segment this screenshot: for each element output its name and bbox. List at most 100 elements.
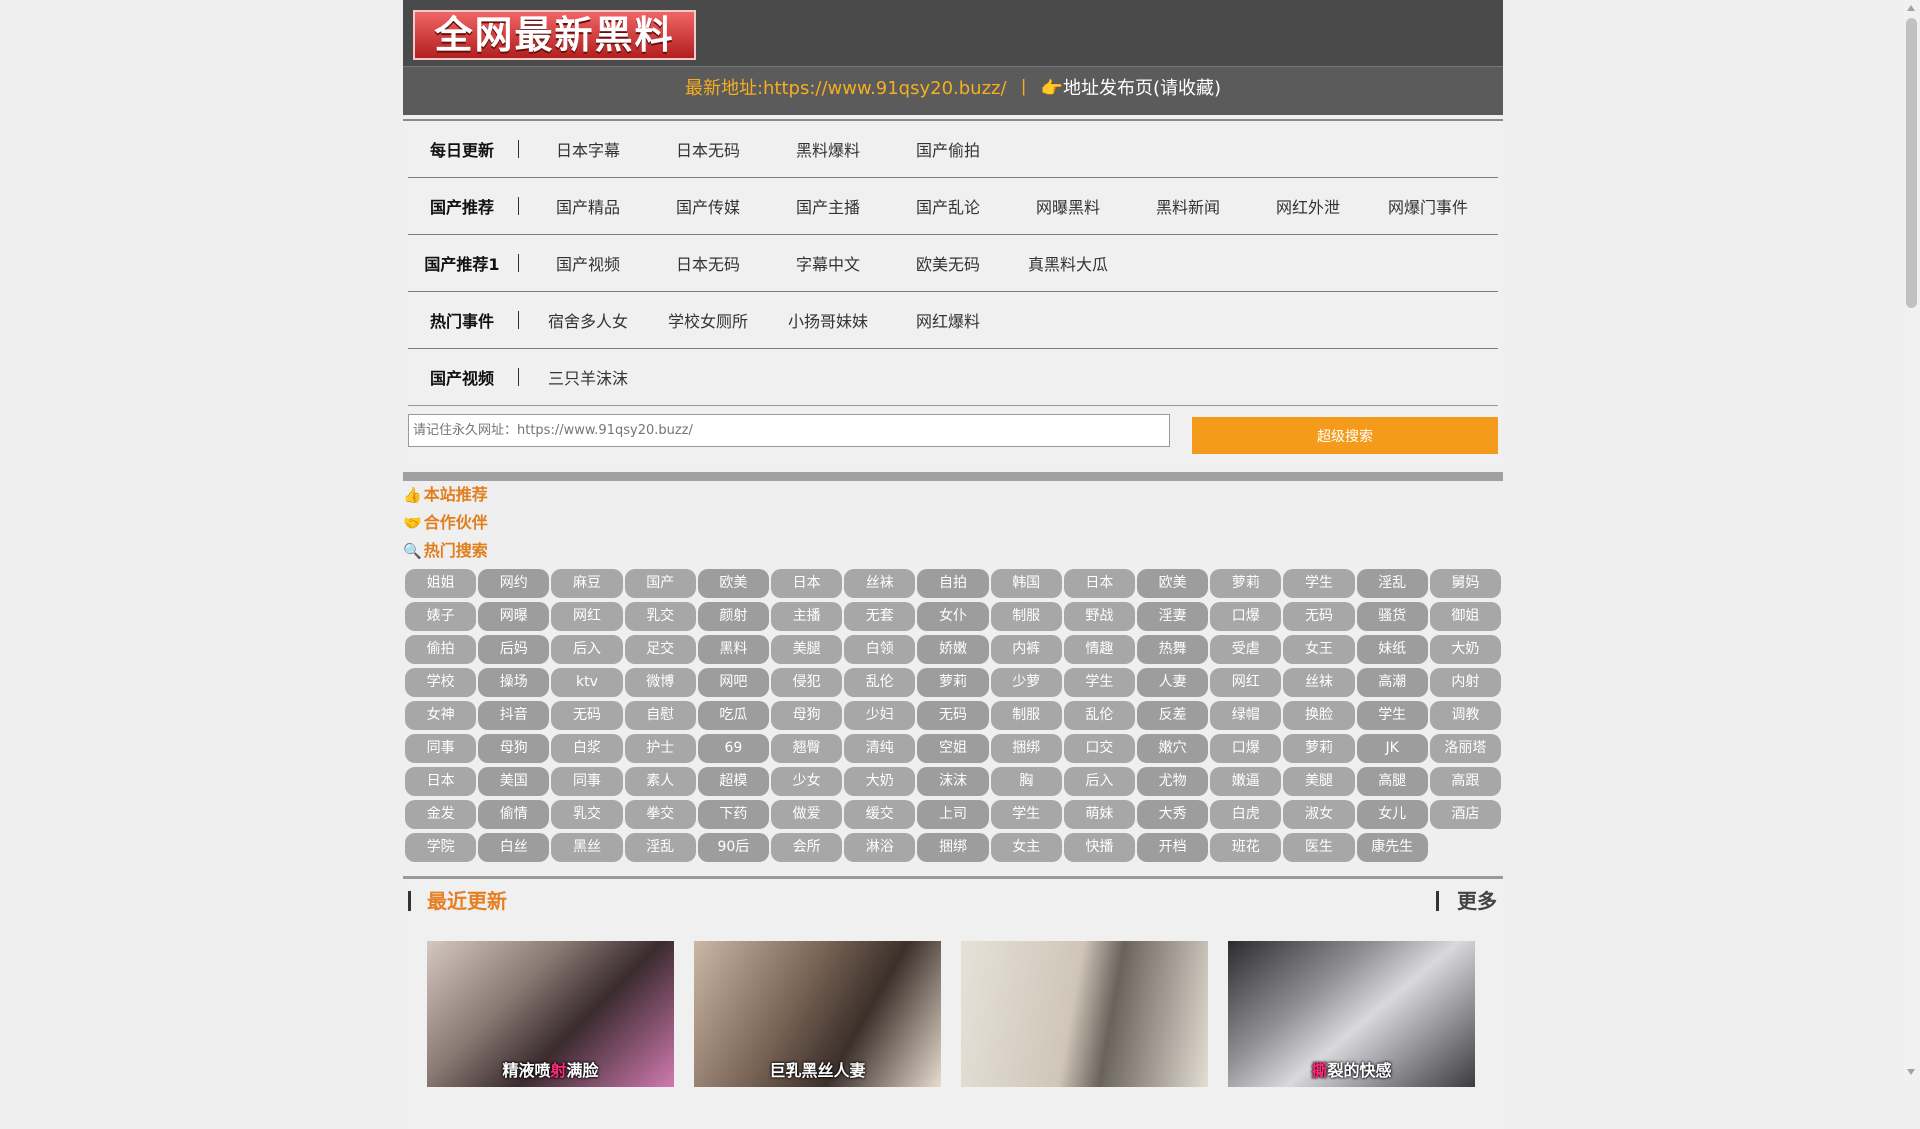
search-tag[interactable]: 姐姐 <box>405 569 477 598</box>
search-tag[interactable]: 网约 <box>478 569 550 598</box>
search-tag[interactable]: 上司 <box>917 800 989 829</box>
latest-address-link[interactable]: 最新地址:https://www.91qsy20.buzz/ <box>685 78 1007 99</box>
search-tag[interactable]: 医生 <box>1283 833 1355 862</box>
search-tag[interactable]: 素人 <box>624 767 696 796</box>
search-tag[interactable]: 足交 <box>624 635 696 664</box>
search-tag[interactable]: 口交 <box>1063 734 1135 763</box>
search-tag[interactable]: 萝莉 <box>1210 569 1282 598</box>
search-tag[interactable]: 御姐 <box>1429 602 1501 631</box>
search-tag[interactable]: 嫩逼 <box>1210 767 1282 796</box>
search-tag[interactable]: 调教 <box>1429 701 1501 730</box>
search-tag[interactable]: 无码 <box>917 701 989 730</box>
search-tag[interactable]: 酒店 <box>1429 800 1501 829</box>
nav-link[interactable]: 网红外泄 <box>1248 194 1368 218</box>
nav-link[interactable]: 国产主播 <box>768 194 888 218</box>
scroll-up-icon[interactable] <box>1907 5 1915 11</box>
search-tag[interactable]: 萝莉 <box>917 668 989 697</box>
page-scrollbar[interactable] <box>1903 0 1920 1080</box>
search-tag[interactable]: 黑丝 <box>551 833 623 862</box>
nav-link[interactable]: 三只羊沫沫 <box>528 365 648 389</box>
search-tag[interactable]: 护士 <box>624 734 696 763</box>
search-tag[interactable]: 空姐 <box>917 734 989 763</box>
search-tag[interactable]: 班花 <box>1210 833 1282 862</box>
nav-link[interactable]: 国产偷拍 <box>888 137 1008 161</box>
search-tag[interactable]: 乱伦 <box>844 668 916 697</box>
search-input[interactable] <box>408 414 1170 447</box>
search-tag[interactable]: 内射 <box>1429 668 1501 697</box>
search-tag[interactable]: 胸 <box>990 767 1062 796</box>
nav-link[interactable]: 日本无码 <box>648 137 768 161</box>
search-tag[interactable]: 淫乱 <box>624 833 696 862</box>
search-tag[interactable]: 淋浴 <box>844 833 916 862</box>
search-tag[interactable]: 舅妈 <box>1429 569 1501 598</box>
search-tag[interactable]: 骚货 <box>1356 602 1428 631</box>
search-tag[interactable]: 康先生 <box>1356 833 1428 862</box>
search-tag[interactable]: 乳交 <box>624 602 696 631</box>
search-tag[interactable]: 少萝 <box>990 668 1062 697</box>
search-tag[interactable]: 后妈 <box>478 635 550 664</box>
search-tag[interactable]: 乳交 <box>551 800 623 829</box>
nav-link[interactable]: 字幕中文 <box>768 251 888 275</box>
search-tag[interactable]: 大奶 <box>1429 635 1501 664</box>
search-tag[interactable]: 萌妹 <box>1063 800 1135 829</box>
more-link[interactable]: 更多 <box>1457 885 1497 917</box>
search-tag[interactable]: 尤物 <box>1136 767 1209 796</box>
nav-link[interactable]: 网爆门事件 <box>1368 194 1488 218</box>
search-tag[interactable]: 拳交 <box>624 800 696 829</box>
nav-link[interactable]: 欧美无码 <box>888 251 1008 275</box>
search-tag[interactable]: 颜射 <box>697 602 769 631</box>
super-search-button[interactable]: 超级搜索 <box>1192 417 1498 454</box>
search-tag[interactable]: 操场 <box>478 668 550 697</box>
search-tag[interactable]: 女主 <box>990 833 1062 862</box>
search-tag[interactable]: 自拍 <box>917 569 989 598</box>
search-tag[interactable]: 学生 <box>1356 701 1428 730</box>
search-tag[interactable]: 少妇 <box>844 701 916 730</box>
search-tag[interactable]: 娇嫩 <box>917 635 989 664</box>
search-tag[interactable]: 无码 <box>551 701 623 730</box>
search-tag[interactable]: 缓交 <box>844 800 916 829</box>
search-tag[interactable]: 金发 <box>405 800 477 829</box>
search-tag[interactable]: 白丝 <box>478 833 550 862</box>
search-tag[interactable]: 捆绑 <box>917 833 989 862</box>
search-tag[interactable]: 后入 <box>551 635 623 664</box>
search-tag[interactable]: 网吧 <box>697 668 769 697</box>
search-tag[interactable]: 后入 <box>1063 767 1135 796</box>
search-tag[interactable]: 高跟 <box>1429 767 1501 796</box>
search-tag[interactable]: 学校 <box>405 668 477 697</box>
search-tag[interactable]: 网红 <box>551 602 623 631</box>
search-tag[interactable]: 麻豆 <box>551 569 623 598</box>
search-tag[interactable]: 无套 <box>844 602 916 631</box>
search-tag[interactable]: 女仆 <box>917 602 989 631</box>
partners-heading[interactable]: 🤝 合作伙伴 <box>403 509 1503 537</box>
search-tag[interactable]: 欧美 <box>1136 569 1209 598</box>
search-tag[interactable]: 少女 <box>770 767 843 796</box>
nav-link[interactable]: 黑料爆料 <box>768 137 888 161</box>
search-tag[interactable]: 会所 <box>770 833 843 862</box>
search-tag[interactable]: 大奶 <box>844 767 916 796</box>
site-logo[interactable]: 全网最新黑料 <box>413 10 696 60</box>
video-thumbnail[interactable] <box>961 941 1208 1087</box>
search-tag[interactable]: ktv <box>551 668 623 697</box>
search-tag[interactable]: 淑女 <box>1283 800 1355 829</box>
nav-link[interactable]: 国产乱论 <box>888 194 1008 218</box>
nav-link[interactable]: 学校女厕所 <box>648 308 768 332</box>
search-tag[interactable]: 吃瓜 <box>697 701 769 730</box>
search-tag[interactable]: 美腿 <box>1283 767 1355 796</box>
search-tag[interactable]: 主播 <box>770 602 843 631</box>
search-tag[interactable]: 下药 <box>697 800 769 829</box>
search-tag[interactable]: 自慰 <box>624 701 696 730</box>
search-tag[interactable]: 热舞 <box>1136 635 1209 664</box>
search-tag[interactable]: 女儿 <box>1356 800 1428 829</box>
search-tag[interactable]: 韩国 <box>990 569 1062 598</box>
search-tag[interactable]: 白领 <box>844 635 916 664</box>
search-tag[interactable]: 90后 <box>697 833 769 862</box>
search-tag[interactable]: 日本 <box>1063 569 1135 598</box>
search-tag[interactable]: 换脸 <box>1283 701 1355 730</box>
search-tag[interactable]: 制服 <box>990 602 1062 631</box>
search-tag[interactable]: 国产 <box>624 569 696 598</box>
search-tag[interactable]: 微博 <box>624 668 696 697</box>
nav-link[interactable]: 日本字幕 <box>528 137 648 161</box>
search-tag[interactable]: 超模 <box>697 767 769 796</box>
nav-link[interactable]: 国产精品 <box>528 194 648 218</box>
search-tag[interactable]: 同事 <box>405 734 477 763</box>
